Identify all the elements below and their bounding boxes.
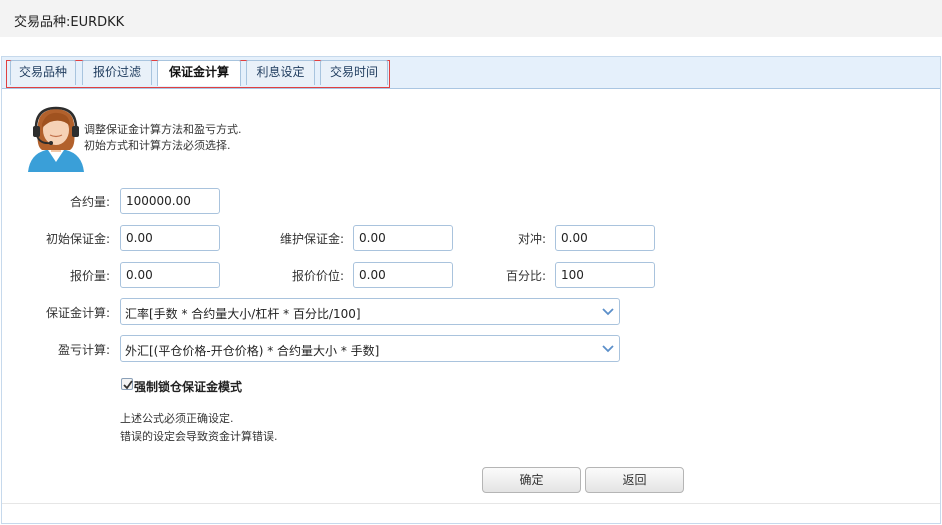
maintenance-margin-input[interactable] [353,225,453,251]
note-line-2: 错误的设定会导致资金计算错误. [120,430,278,443]
tab-bar: 交易品种 报价过滤 保证金计算 利息设定 交易时间 [2,57,940,89]
hedged-margin-label: 对冲: [517,232,546,246]
margin-calc-select[interactable]: 汇率[手数 * 合约量大小/杠杆 * 百分比/100] [120,298,620,325]
contract-size-label: 合约量: [69,195,110,209]
back-button[interactable]: 返回 [585,467,684,493]
tab-trading-hours[interactable]: 交易时间 [320,60,388,85]
maintenance-margin-label: 维护保证金: [279,232,344,246]
force-lock-margin-label: 强制锁仓保证金模式 [134,380,243,394]
force-lock-margin-checkbox[interactable] [121,378,133,390]
tab-symbol[interactable]: 交易品种 [10,60,76,85]
margin-calc-label: 保证金计算: [45,306,110,320]
contract-size-input[interactable] [120,188,220,214]
divider [2,503,940,504]
initial-margin-input[interactable] [120,225,220,251]
title-bar: 交易品种:EURDKK [0,0,942,37]
chevron-down-icon[interactable] [598,337,618,360]
support-agent-icon [26,104,86,172]
quote-volume-input[interactable] [120,262,220,288]
quote-tick-input[interactable] [353,262,453,288]
profit-calc-select[interactable]: 外汇[(平仓价格-开仓价格) * 合约量大小 * 手数] [120,335,620,362]
margin-calc-value: 汇率[手数 * 合约量大小/杠杆 * 百分比/100] [125,307,361,321]
percentage-input[interactable] [555,262,655,288]
tab-quote-filter[interactable]: 报价过滤 [82,60,152,85]
settings-panel: 交易品种 报价过滤 保证金计算 利息设定 交易时间 调整保证金计算方法和盈亏方式… [1,56,941,524]
profit-calc-label: 盈亏计算: [57,343,110,357]
note-line-1: 上述公式必须正确设定. [120,412,234,425]
profit-calc-value: 外汇[(平仓价格-开仓价格) * 合约量大小 * 手数] [125,344,380,358]
quote-tick-label: 报价价位: [291,269,344,283]
tab-interest[interactable]: 利息设定 [246,60,315,85]
checkmark-icon [123,380,133,390]
ok-button[interactable]: 确定 [482,467,581,493]
hint-line-2: 初始方式和计算方法必须选择. [84,139,231,152]
page-title: 交易品种:EURDKK [14,15,125,30]
quote-volume-label: 报价量: [69,269,110,283]
hedged-margin-input[interactable] [555,225,655,251]
initial-margin-label: 初始保证金: [45,232,110,246]
tab-margin-calculation[interactable]: 保证金计算 [157,60,241,86]
percentage-label: 百分比: [505,269,546,283]
chevron-down-icon[interactable] [598,300,618,323]
hint-line-1: 调整保证金计算方法和盈亏方式. [84,123,242,136]
